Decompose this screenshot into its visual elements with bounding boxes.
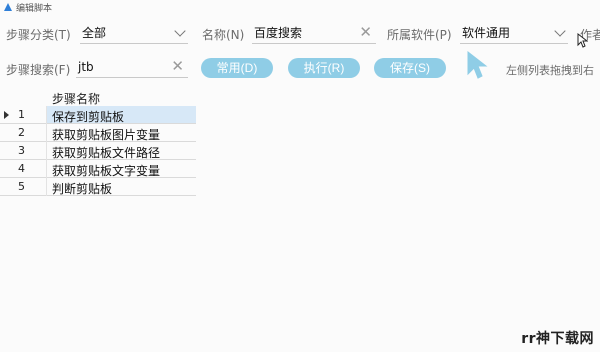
name-value: 百度搜索 — [254, 26, 303, 40]
table-row[interactable]: 5 判断剪贴板 — [0, 178, 196, 196]
table-row[interactable]: 4 获取剪贴板文字变量 — [0, 160, 196, 178]
row-number: 1 — [18, 108, 25, 121]
category-label: 步骤分类(T) — [6, 28, 71, 42]
save-button[interactable]: 保存(S) — [374, 58, 446, 78]
execute-button[interactable]: 执行(R) — [288, 58, 360, 78]
step-name: 获取剪贴板图片变量 — [52, 128, 161, 142]
name-label: 名称(N) — [202, 28, 245, 42]
row-number: 3 — [18, 144, 25, 157]
grid-header: 步骤名称 — [0, 88, 196, 106]
drag-hint: 左侧列表拖拽到右 — [506, 64, 594, 77]
cursor-arrow-icon — [466, 50, 490, 83]
table-row[interactable]: 2 获取剪贴板图片变量 — [0, 124, 196, 142]
cell-divider — [46, 178, 47, 196]
category-select[interactable]: 全部 — [80, 22, 188, 44]
software-label: 所属软件(P) — [387, 28, 452, 42]
name-input[interactable]: 百度搜索 ✕ — [252, 22, 376, 44]
clear-icon[interactable]: ✕ — [171, 58, 184, 74]
step-name: 获取剪贴板文字变量 — [52, 164, 161, 178]
window-title: 编辑脚本 — [16, 3, 53, 14]
clear-icon[interactable]: ✕ — [359, 24, 372, 40]
column-header-step-name[interactable]: 步骤名称 — [52, 90, 100, 107]
row-number: 4 — [18, 162, 25, 175]
cell-divider — [46, 142, 47, 160]
steps-grid: 步骤名称 1 保存到剪贴板 2 获取剪贴板图片变量 3 获取剪贴板文件路径 4 … — [0, 88, 196, 196]
app-icon — [4, 3, 12, 11]
cell-divider — [46, 124, 47, 142]
step-name: 保存到剪贴板 — [52, 110, 125, 124]
step-name: 判断剪贴板 — [52, 182, 113, 196]
common-button[interactable]: 常用(D) — [201, 58, 273, 78]
step-name: 获取剪贴板文件路径 — [52, 146, 161, 160]
watermark-logo: rr神下载网 — [521, 331, 594, 347]
current-row-marker-icon — [4, 111, 9, 119]
row-number: 5 — [18, 180, 25, 193]
table-row[interactable]: 3 获取剪贴板文件路径 — [0, 142, 196, 160]
resize-cursor-icon — [576, 32, 589, 52]
chevron-down-icon — [174, 25, 186, 37]
search-value: jtb — [78, 59, 94, 74]
search-input[interactable]: jtb ✕ — [76, 56, 188, 78]
row-number: 2 — [18, 126, 25, 139]
title-bar: 编辑脚本 — [0, 0, 600, 14]
search-label: 步骤搜索(F) — [6, 63, 71, 77]
software-value: 软件通用 — [462, 26, 511, 40]
category-value: 全部 — [82, 26, 107, 40]
chevron-down-icon — [554, 25, 566, 37]
table-row[interactable]: 1 保存到剪贴板 — [0, 106, 196, 124]
software-select[interactable]: 软件通用 — [460, 22, 568, 44]
cell-divider — [46, 106, 47, 124]
cell-divider — [46, 160, 47, 178]
